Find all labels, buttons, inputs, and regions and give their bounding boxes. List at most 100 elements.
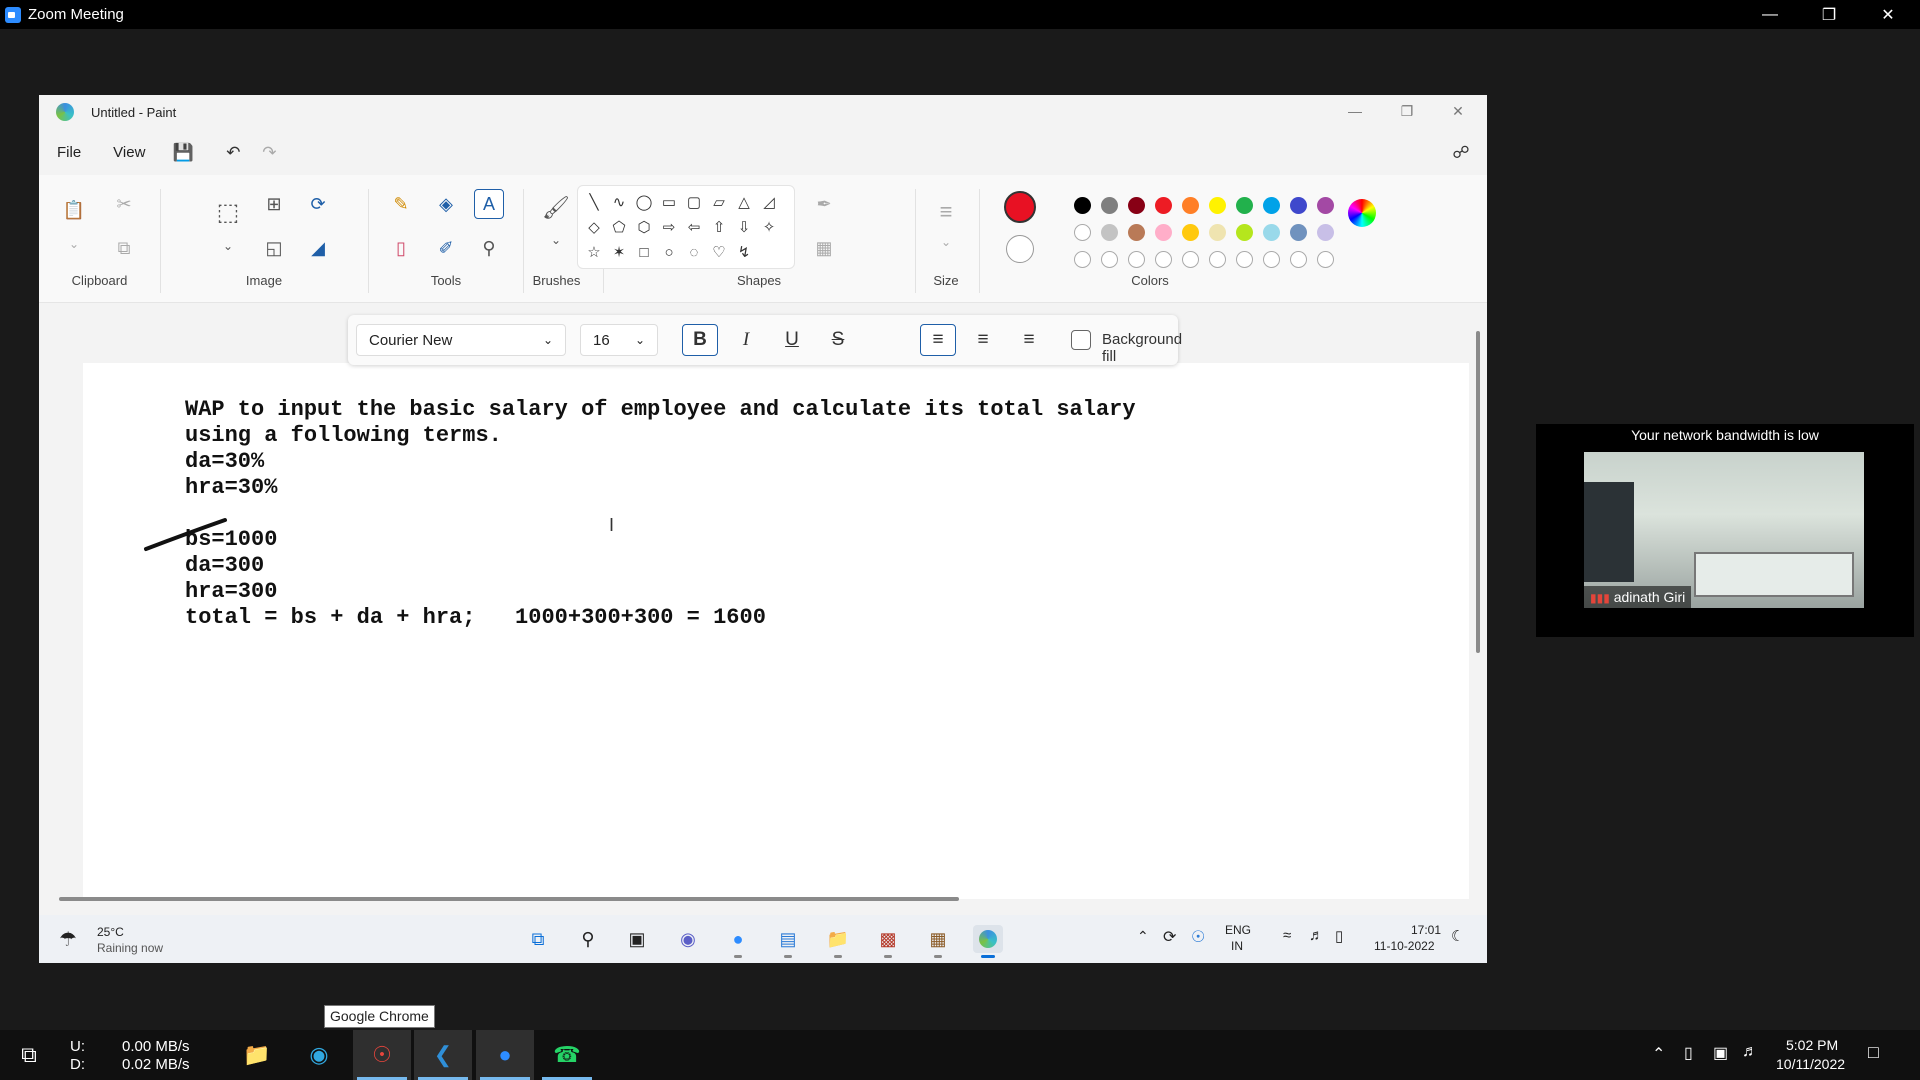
- close-button[interactable]: ✕: [1859, 0, 1917, 29]
- rectangle-shape-icon[interactable]: ▭: [657, 190, 681, 214]
- triangle-shape-icon[interactable]: △: [732, 190, 756, 214]
- shape-fill-icon[interactable]: ▦: [809, 233, 839, 263]
- color-swatch[interactable]: [1128, 197, 1145, 214]
- zoom-taskbar-icon[interactable]: ●: [476, 1030, 534, 1080]
- battery-icon[interactable]: ▯: [1335, 927, 1343, 945]
- color-swatch[interactable]: [1074, 224, 1091, 241]
- participant-video[interactable]: ▮▮▮ adinath Giri: [1584, 452, 1864, 608]
- custom-color-slot[interactable]: [1155, 251, 1172, 268]
- paint-minimize-button[interactable]: —: [1335, 99, 1375, 123]
- color-swatch[interactable]: [1101, 224, 1118, 241]
- left-arrow-shape-icon[interactable]: ⇦: [682, 215, 706, 239]
- custom-color-slot[interactable]: [1101, 251, 1118, 268]
- font-select[interactable]: Courier New ⌄: [356, 324, 566, 356]
- edit-colors-icon[interactable]: [1348, 199, 1376, 227]
- bold-button[interactable]: B: [682, 324, 718, 356]
- color-swatch[interactable]: [1209, 197, 1226, 214]
- horizontal-scrollbar[interactable]: [59, 897, 959, 901]
- primary-color-swatch[interactable]: [1004, 191, 1036, 223]
- dosbox-icon[interactable]: ▦: [923, 925, 953, 958]
- hexagon-shape-icon[interactable]: ⬡: [632, 215, 656, 239]
- paint-close-button[interactable]: ✕: [1438, 99, 1478, 123]
- color-swatch[interactable]: [1155, 224, 1172, 241]
- font-size-select[interactable]: 16 ⌄: [580, 324, 658, 356]
- undo-icon[interactable]: ↶: [215, 138, 251, 168]
- chrome-icon[interactable]: ☉: [353, 1030, 411, 1080]
- down-arrow-shape-icon[interactable]: ⇩: [732, 215, 756, 239]
- align-right-button[interactable]: ≡: [1011, 324, 1047, 356]
- start-icon[interactable]: ⧉: [523, 925, 553, 953]
- custom-color-slot[interactable]: [1317, 251, 1334, 268]
- weather-icon[interactable]: ☂: [59, 927, 77, 952]
- share-icon[interactable]: ☍: [1443, 138, 1479, 168]
- file-explorer-icon[interactable]: 📁: [228, 1030, 286, 1080]
- menu-file[interactable]: File: [41, 138, 97, 168]
- custom-color-slot[interactable]: [1263, 251, 1280, 268]
- paint-taskbar-icon[interactable]: [973, 925, 1003, 958]
- color-swatch[interactable]: [1155, 197, 1172, 214]
- restore-button[interactable]: ❐: [1800, 0, 1858, 29]
- size-dropdown-icon[interactable]: ⌄: [931, 227, 961, 257]
- wifi-icon[interactable]: ≈: [1283, 927, 1291, 944]
- notepad-icon[interactable]: ▤: [773, 925, 803, 958]
- battery-icon[interactable]: ▯: [1684, 1043, 1693, 1063]
- line-shape-icon[interactable]: ╲: [582, 190, 606, 214]
- color-swatch[interactable]: [1263, 197, 1280, 214]
- color-swatch[interactable]: [1236, 224, 1253, 241]
- color-swatch[interactable]: [1290, 197, 1307, 214]
- volume-icon[interactable]: ♬: [1309, 927, 1324, 944]
- whatsapp-icon[interactable]: ☎: [538, 1030, 596, 1080]
- color-swatch[interactable]: [1182, 197, 1199, 214]
- save-icon[interactable]: 💾: [165, 138, 201, 168]
- app-icon[interactable]: ▩: [873, 925, 903, 958]
- color-swatch[interactable]: [1263, 224, 1280, 241]
- notifications-icon[interactable]: □: [1868, 1042, 1879, 1063]
- four-point-star-shape-icon[interactable]: ✧: [757, 215, 781, 239]
- canvas[interactable]: WAP to input the basic salary of employe…: [83, 363, 1469, 899]
- clock-time[interactable]: 5:02 PM: [1786, 1037, 1838, 1053]
- pentagon-shape-icon[interactable]: ⬠: [607, 215, 631, 239]
- minimize-button[interactable]: —: [1741, 0, 1799, 29]
- heart-shape-icon[interactable]: ♡: [707, 240, 731, 264]
- teams-chat-icon[interactable]: ◉: [673, 925, 703, 953]
- color-swatch[interactable]: [1317, 197, 1334, 214]
- color-swatch[interactable]: [1074, 197, 1091, 214]
- diamond-shape-icon[interactable]: ◇: [582, 215, 606, 239]
- custom-color-slot[interactable]: [1209, 251, 1226, 268]
- strikethrough-button[interactable]: S: [820, 324, 856, 356]
- color-swatch[interactable]: [1317, 224, 1334, 241]
- paint-restore-button[interactable]: ❐: [1387, 99, 1427, 123]
- task-view-icon[interactable]: ▣: [622, 925, 652, 953]
- sync-icon[interactable]: ⟳: [1163, 927, 1176, 947]
- volume-icon[interactable]: ♬: [1742, 1043, 1758, 1061]
- background-fill-checkbox[interactable]: [1071, 330, 1091, 350]
- color-swatch[interactable]: [1128, 224, 1145, 241]
- search-icon[interactable]: ⚲: [573, 925, 603, 953]
- underline-button[interactable]: U: [774, 324, 810, 356]
- polygon-shape-icon[interactable]: ▱: [707, 190, 731, 214]
- outline-icon[interactable]: ✒: [809, 189, 839, 219]
- menu-view[interactable]: View: [97, 138, 161, 168]
- oval-callout-shape-icon[interactable]: ○: [657, 240, 681, 264]
- cloud-callout-shape-icon[interactable]: ◌: [682, 240, 706, 264]
- rounded-rectangle-shape-icon[interactable]: ▢: [682, 190, 706, 214]
- custom-color-slot[interactable]: [1074, 251, 1091, 268]
- color-swatch[interactable]: [1236, 197, 1253, 214]
- custom-color-slot[interactable]: [1290, 251, 1307, 268]
- zoom-icon[interactable]: ●: [723, 925, 753, 958]
- network-icon[interactable]: ▣: [1713, 1043, 1728, 1063]
- color-swatch[interactable]: [1182, 224, 1199, 241]
- custom-color-slot[interactable]: [1236, 251, 1253, 268]
- right-arrow-shape-icon[interactable]: ⇨: [657, 215, 681, 239]
- custom-color-slot[interactable]: [1182, 251, 1199, 268]
- inner-clock-time[interactable]: 17:01: [1411, 923, 1441, 937]
- vscode-icon[interactable]: ❮: [414, 1030, 472, 1080]
- five-point-star-shape-icon[interactable]: ☆: [582, 240, 606, 264]
- custom-color-slot[interactable]: [1128, 251, 1145, 268]
- size-icon[interactable]: ≡: [931, 197, 961, 227]
- color-swatch[interactable]: [1290, 224, 1307, 241]
- italic-button[interactable]: I: [728, 324, 764, 356]
- microphone-icon[interactable]: ☉: [1191, 927, 1205, 947]
- color-swatch[interactable]: [1101, 197, 1118, 214]
- six-point-star-shape-icon[interactable]: ✶: [607, 240, 631, 264]
